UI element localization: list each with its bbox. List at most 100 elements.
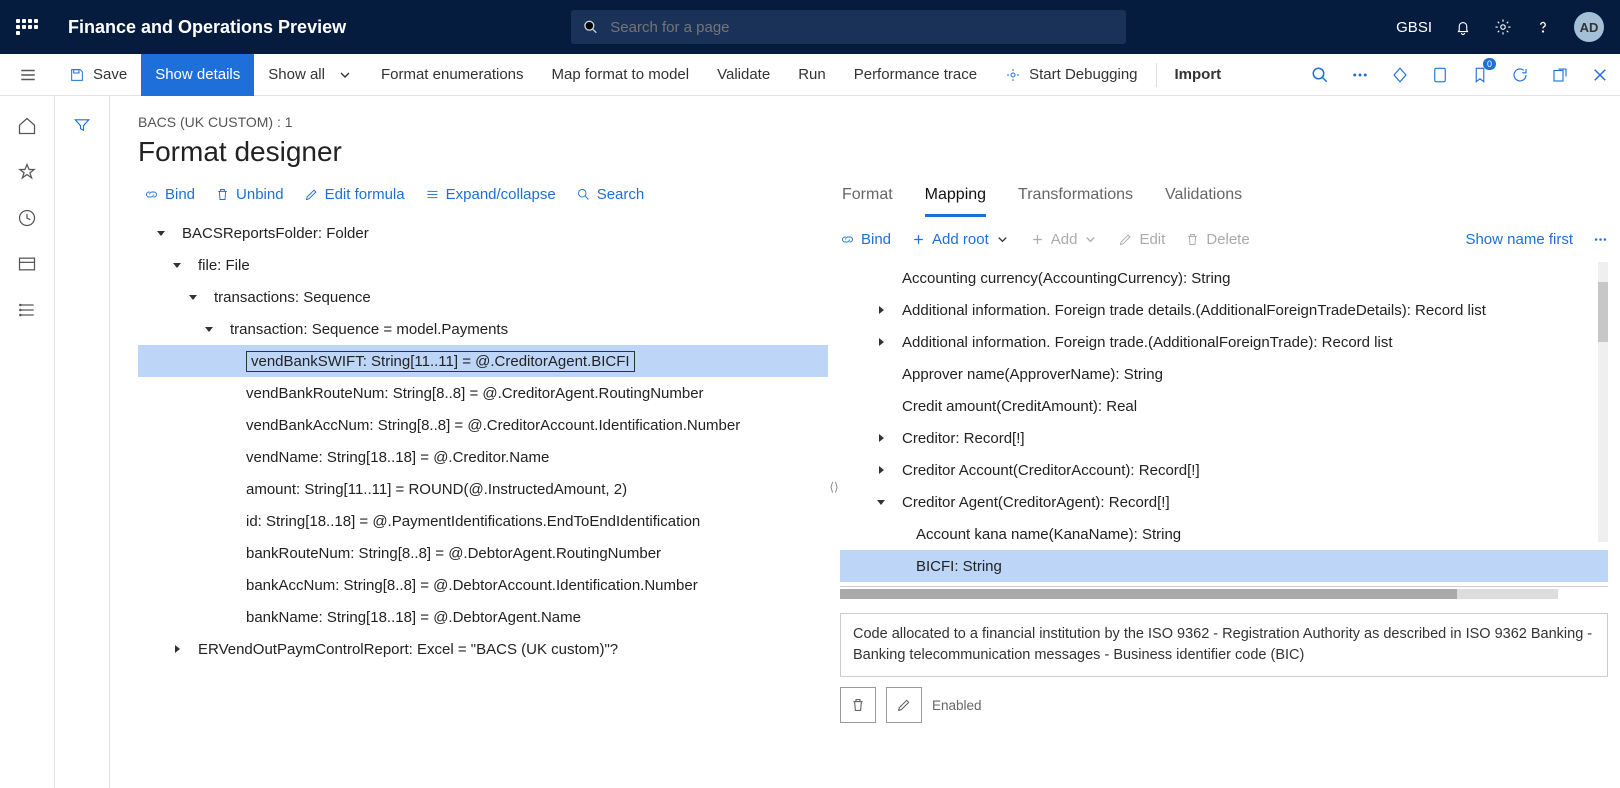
format-tree[interactable]: BACSReportsFolder: Folder file: File trans… bbox=[138, 217, 828, 665]
tree-node[interactable]: Account kana name(KanaName): String bbox=[840, 518, 1608, 550]
show-name-first-button[interactable]: Show name first bbox=[1465, 231, 1573, 248]
expand-icon[interactable] bbox=[200, 324, 218, 334]
filter-icon[interactable] bbox=[73, 116, 91, 134]
refresh-button[interactable] bbox=[1500, 54, 1540, 96]
chevron-down-icon bbox=[337, 67, 353, 83]
popout-icon bbox=[1551, 66, 1569, 84]
tree-node[interactable]: Creditor: Record[!] bbox=[840, 422, 1608, 454]
tree-node[interactable]: Creditor Account(CreditorAccount): Recor… bbox=[840, 454, 1608, 486]
gear-icon[interactable] bbox=[1494, 18, 1512, 36]
tree-node[interactable]: Accounting currency(AccountingCurrency):… bbox=[840, 262, 1608, 294]
tree-label: Additional information. Foreign trade.(A… bbox=[902, 334, 1393, 351]
tree-node[interactable]: vendBankAccNum: String[8..8] = @.Credito… bbox=[138, 409, 828, 441]
expand-icon[interactable] bbox=[152, 228, 170, 238]
more-button[interactable] bbox=[1340, 54, 1380, 96]
tree-node[interactable]: id: String[18..18] = @.PaymentIdentifica… bbox=[138, 505, 828, 537]
edit-sq-button[interactable] bbox=[886, 687, 922, 723]
page-button[interactable] bbox=[1420, 54, 1460, 96]
tree-node[interactable]: vendBankRouteNum: String[8..8] = @.Credi… bbox=[138, 377, 828, 409]
scrollbar[interactable] bbox=[1598, 262, 1608, 542]
edit-button[interactable]: Edit bbox=[1118, 231, 1165, 248]
bookmark-button[interactable]: 0 bbox=[1460, 54, 1500, 96]
popout-button[interactable] bbox=[1540, 54, 1580, 96]
tab-validations[interactable]: Validations bbox=[1165, 186, 1242, 217]
import-button[interactable]: Import bbox=[1161, 54, 1236, 96]
expand-collapse-button[interactable]: Expand/collapse bbox=[425, 186, 556, 203]
diamond-button[interactable] bbox=[1380, 54, 1420, 96]
expand-icon[interactable] bbox=[872, 497, 890, 507]
tree-node[interactable]: transactions: Sequence bbox=[138, 281, 828, 313]
delete-button[interactable]: Delete bbox=[1185, 231, 1249, 248]
tree-node[interactable]: Additional information. Foreign trade de… bbox=[840, 294, 1608, 326]
run-button[interactable]: Run bbox=[784, 54, 840, 96]
r-more-button[interactable] bbox=[1593, 231, 1608, 248]
expand-icon[interactable] bbox=[872, 305, 890, 315]
save-button[interactable]: Save bbox=[55, 54, 141, 96]
tree-label: file: File bbox=[198, 257, 250, 274]
h-scrollbar[interactable] bbox=[840, 589, 1558, 599]
tree-node[interactable]: BACSReportsFolder: Folder bbox=[138, 217, 828, 249]
unbind-button[interactable]: Unbind bbox=[215, 186, 284, 203]
company-label[interactable]: GBSI bbox=[1396, 19, 1432, 36]
expand-icon[interactable] bbox=[872, 433, 890, 443]
recent-icon[interactable] bbox=[17, 208, 37, 228]
expand-icon[interactable] bbox=[872, 337, 890, 347]
help-icon[interactable] bbox=[1534, 18, 1552, 36]
format-tree-panel: Bind Unbind Edit formula Expand/collapse… bbox=[138, 186, 828, 788]
mapping-panel: Format Mapping Transformations Validatio… bbox=[840, 186, 1620, 788]
tree-node[interactable]: vendBankSWIFT: String[11..11] = @.Credit… bbox=[138, 345, 828, 377]
tree-node[interactable]: ERVendOutPaymControlReport: Excel = "BAC… bbox=[138, 633, 828, 665]
tree-search-button[interactable]: Search bbox=[576, 186, 645, 203]
user-avatar[interactable]: AD bbox=[1574, 12, 1604, 42]
expand-icon[interactable] bbox=[168, 644, 186, 654]
tree-node[interactable]: bankRouteNum: String[8..8] = @.DebtorAge… bbox=[138, 537, 828, 569]
tree-node[interactable]: Credit amount(CreditAmount): Real bbox=[840, 390, 1608, 422]
tree-node[interactable]: Creditor Agent(CreditorAgent): Record[!] bbox=[840, 486, 1608, 518]
page-title: Format designer bbox=[138, 136, 1620, 168]
edit-formula-button[interactable]: Edit formula bbox=[304, 186, 405, 203]
home-icon[interactable] bbox=[17, 116, 37, 136]
format-enumerations-button[interactable]: Format enumerations bbox=[367, 54, 538, 96]
expand-icon[interactable] bbox=[168, 260, 186, 270]
tree-node[interactable]: Approver name(ApproverName): String bbox=[840, 358, 1608, 390]
start-debugging-button[interactable]: Start Debugging bbox=[991, 54, 1151, 96]
r-bind-button[interactable]: Bind bbox=[840, 231, 891, 248]
add-button[interactable]: Add bbox=[1030, 231, 1099, 248]
tree-label: BACSReportsFolder: Folder bbox=[182, 225, 369, 242]
tree-node[interactable]: Additional information. Foreign trade.(A… bbox=[840, 326, 1608, 358]
tree-node[interactable]: bankAccNum: String[8..8] = @.DebtorAccou… bbox=[138, 569, 828, 601]
workspace-icon[interactable] bbox=[17, 254, 37, 274]
delete-sq-button[interactable] bbox=[840, 687, 876, 723]
panel-divider[interactable]: ⟨⟩ bbox=[828, 186, 840, 788]
tree-node[interactable]: bankName: String[18..18] = @.DebtorAgent… bbox=[138, 601, 828, 633]
search-icon bbox=[1311, 66, 1329, 84]
tab-mapping[interactable]: Mapping bbox=[925, 186, 986, 217]
app-launcher-icon[interactable] bbox=[16, 19, 40, 35]
add-root-button[interactable]: Add root bbox=[911, 231, 1010, 248]
map-format-button[interactable]: Map format to model bbox=[538, 54, 704, 96]
global-search[interactable] bbox=[571, 10, 1126, 44]
expand-icon[interactable] bbox=[872, 465, 890, 475]
find-button[interactable] bbox=[1300, 54, 1340, 96]
hamburger-icon[interactable] bbox=[19, 66, 37, 84]
tree-node[interactable]: amount: String[11..11] = ROUND(@.Instruc… bbox=[138, 473, 828, 505]
tree-label: Creditor Agent(CreditorAgent): Record[!] bbox=[902, 494, 1170, 511]
validate-button[interactable]: Validate bbox=[703, 54, 784, 96]
bell-icon[interactable] bbox=[1454, 18, 1472, 36]
tab-format[interactable]: Format bbox=[842, 186, 893, 217]
tab-transformations[interactable]: Transformations bbox=[1018, 186, 1133, 217]
search-input[interactable] bbox=[610, 19, 1114, 36]
close-button[interactable] bbox=[1580, 54, 1620, 96]
star-icon[interactable] bbox=[17, 162, 37, 182]
show-details-button[interactable]: Show details bbox=[141, 54, 254, 96]
tree-node[interactable]: transaction: Sequence = model.Payments bbox=[138, 313, 828, 345]
tree-node[interactable]: file: File bbox=[138, 249, 828, 281]
performance-trace-button[interactable]: Performance trace bbox=[840, 54, 991, 96]
expand-icon[interactable] bbox=[184, 292, 202, 302]
show-all-button[interactable]: Show all bbox=[254, 54, 367, 96]
tree-node[interactable]: BICFI: String bbox=[840, 550, 1608, 582]
tree-node[interactable]: vendName: String[18..18] = @.Creditor.Na… bbox=[138, 441, 828, 473]
modules-icon[interactable] bbox=[17, 300, 37, 320]
bind-button[interactable]: Bind bbox=[144, 186, 195, 203]
mapping-tree[interactable]: Accounting currency(AccountingCurrency):… bbox=[840, 262, 1608, 587]
